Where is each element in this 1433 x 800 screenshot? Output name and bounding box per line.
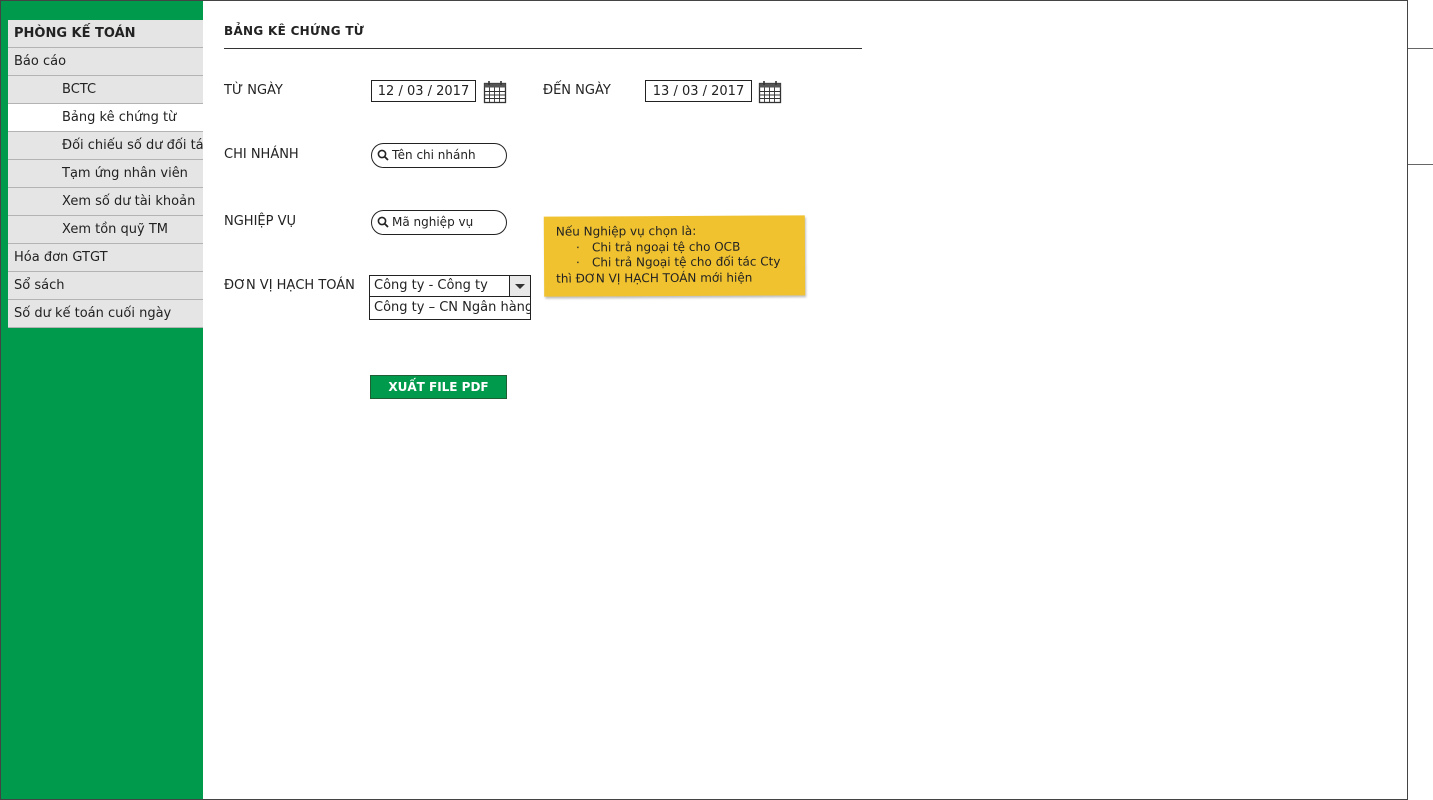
search-icon [377, 149, 389, 161]
sidebar-item-bao-cao[interactable]: Báo cáo [8, 48, 203, 76]
branch-search-input[interactable]: Tên chi nhánh [371, 143, 507, 168]
sidebar-item-xem-ton-quy-tm[interactable]: Xem tồn quỹ TM [8, 216, 203, 244]
from-date-label: TỪ NGÀY [224, 83, 283, 98]
sidebar-item-hoa-don-gtgt[interactable]: Hóa đơn GTGT [8, 244, 203, 272]
sidebar-item-bctc[interactable]: BCTC [8, 76, 203, 104]
sticky-note: Nếu Nghiệp vụ chọn là: Chi trả ngoại tệ … [543, 215, 806, 297]
operation-label: NGHIỆP VỤ [224, 214, 297, 229]
right-divider-top [1408, 48, 1433, 49]
sidebar-nav: PHÒNG KẾ TOÁN Báo cáo BCTC Bảng kê chứng… [8, 20, 203, 328]
sidebar-item-tam-ung-nhan-vien[interactable]: Tạm ứng nhân viên [8, 160, 203, 188]
accounting-unit-option[interactable]: Công ty – CN Ngân hàng [369, 297, 531, 320]
page-title: BẢNG KÊ CHỨNG TỪ [224, 24, 365, 38]
dropdown-arrow-icon[interactable] [509, 276, 530, 296]
sidebar-item-xem-so-du-tai-khoan[interactable]: Xem số dư tài khoản [8, 188, 203, 216]
branch-label: CHI NHÁNH [224, 147, 299, 162]
search-icon [377, 216, 389, 228]
to-date-field[interactable]: 13 / 03 / 2017 [645, 80, 752, 102]
sidebar-item-so-sach[interactable]: Sổ sách [8, 272, 203, 300]
calendar-icon[interactable] [758, 80, 782, 104]
sidebar-item-so-du-ke-toan-cuoi-ngay[interactable]: Số dư kế toán cuối ngày [8, 300, 203, 328]
export-pdf-button[interactable]: XUẤT FILE PDF [370, 375, 507, 399]
right-divider-bottom [1408, 164, 1433, 165]
operation-search-input[interactable]: Mã nghiệp vụ [371, 210, 507, 235]
note-intro: Nếu Nghiệp vụ chọn là: [555, 223, 697, 239]
branch-placeholder: Tên chi nhánh [392, 148, 476, 162]
app-frame [0, 0, 1408, 800]
from-date-field[interactable]: 12 / 03 / 2017 [371, 80, 476, 102]
title-divider [224, 48, 862, 49]
sidebar-header: PHÒNG KẾ TOÁN [8, 20, 203, 48]
accounting-unit-label: ĐƠN VỊ HẠCH TOÁN [224, 278, 355, 293]
sidebar-item-doi-chieu-so-du[interactable]: Đối chiếu số dư đối tác [8, 132, 203, 160]
sidebar: PHÒNG KẾ TOÁN Báo cáo BCTC Bảng kê chứng… [1, 1, 203, 799]
to-date-label: ĐẾN NGÀY [543, 83, 611, 98]
note-bullet: Chi trả ngoại tệ cho OCB [556, 239, 795, 256]
note-outro: thì ĐƠN VỊ HẠCH TOÁN mới hiện [556, 270, 753, 286]
sidebar-item-bang-ke-chung-tu[interactable]: Bảng kê chứng từ [8, 104, 203, 132]
calendar-icon[interactable] [483, 80, 507, 104]
accounting-unit-select[interactable]: Công ty - Công ty [369, 275, 531, 297]
accounting-unit-selected: Công ty - Công ty [374, 278, 488, 293]
operation-placeholder: Mã nghiệp vụ [392, 215, 474, 229]
note-bullet: Chi trả Ngoại tệ cho đối tác Cty [556, 254, 795, 271]
